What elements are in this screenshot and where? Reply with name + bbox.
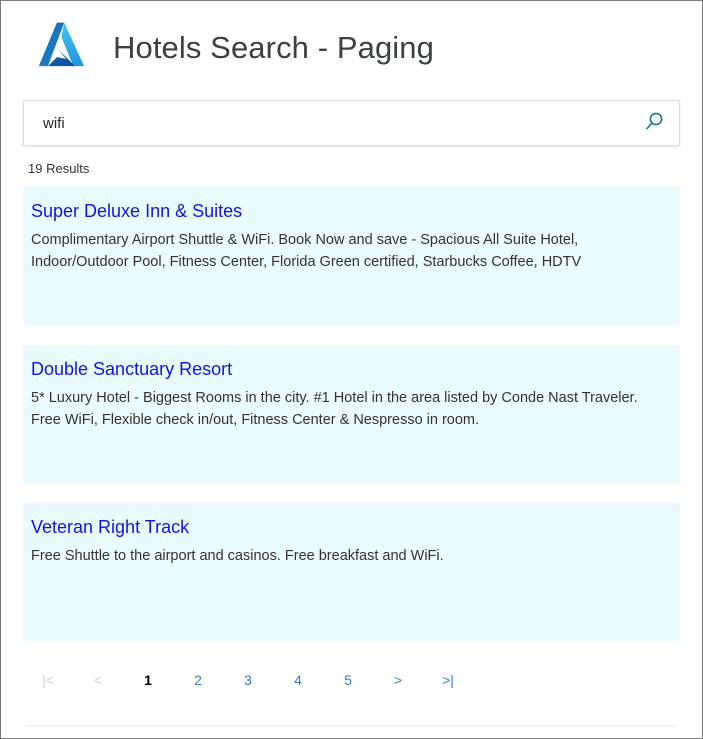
search-input[interactable] (24, 101, 679, 145)
result-card: Veteran Right Track Free Shuttle to the … (23, 503, 680, 641)
result-description: Free Shuttle to the airport and casinos.… (31, 547, 444, 564)
pagination-page-4[interactable]: 4 (273, 670, 323, 690)
search-icon (644, 111, 665, 135)
result-title-link[interactable]: Veteran Right Track (31, 516, 666, 539)
pagination-prev-button: < (93, 672, 103, 688)
footer-divider (26, 725, 677, 726)
results-count: 19 Results (28, 161, 90, 176)
result-title-link[interactable]: Double Sanctuary Resort (31, 358, 666, 381)
search-area (23, 100, 680, 146)
search-button[interactable] (639, 108, 669, 138)
pagination-page-2[interactable]: 2 (173, 670, 223, 690)
result-description: Complimentary Airport Shuttle & WiFi. Bo… (31, 231, 582, 270)
pagination-first-button: |< (42, 672, 54, 688)
pagination-page-5[interactable]: 5 (323, 670, 373, 690)
pagination-page-1: 1 (144, 672, 152, 688)
result-card: Double Sanctuary Resort 5* Luxury Hotel … (23, 345, 680, 483)
pagination-next-button[interactable]: > (373, 670, 423, 690)
hotels-search-page: Hotels Search - Paging 19 Results Super … (0, 0, 703, 739)
azure-logo-icon (37, 19, 95, 77)
pagination-page-3[interactable]: 3 (223, 670, 273, 690)
results-list: Super Deluxe Inn & Suites Complimentary … (23, 187, 680, 641)
result-description: 5* Luxury Hotel - Biggest Rooms in the c… (31, 389, 638, 428)
result-card: Super Deluxe Inn & Suites Complimentary … (23, 187, 680, 325)
result-title-link[interactable]: Super Deluxe Inn & Suites (31, 200, 666, 223)
page-header: Hotels Search - Paging (1, 1, 702, 81)
pagination: |< < 1 2 3 4 5 > >| (23, 661, 702, 697)
search-box[interactable] (23, 100, 680, 146)
page-title: Hotels Search - Paging (113, 30, 434, 65)
pagination-last-button[interactable]: >| (423, 670, 473, 690)
